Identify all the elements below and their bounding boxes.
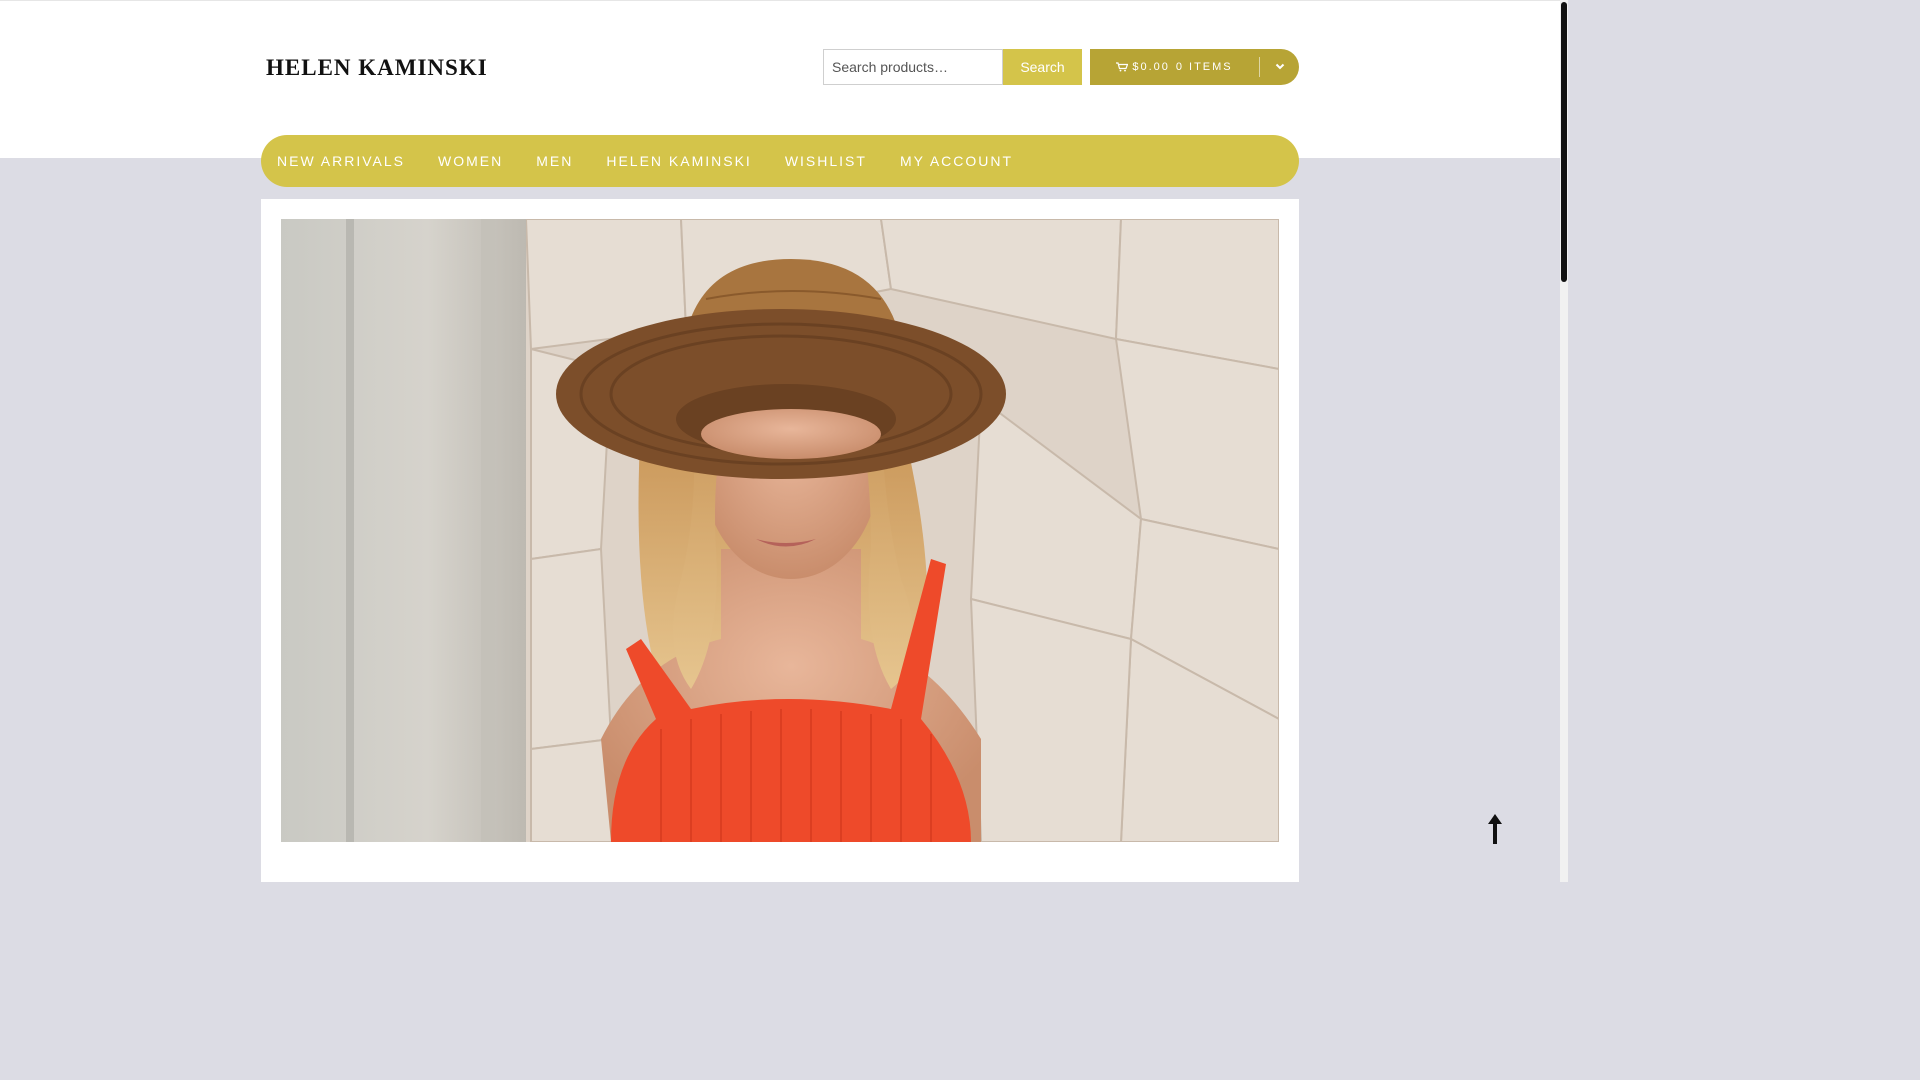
cart-item-count: 0 ITEMS (1175, 61, 1233, 73)
cart-button[interactable]: $0.00 0 ITEMS (1090, 49, 1299, 85)
nav-item-new-arrivals[interactable]: NEW ARRIVALS (277, 153, 405, 169)
scrollbar-thumb[interactable] (1561, 2, 1567, 282)
cart-summary[interactable]: $0.00 0 ITEMS (1090, 57, 1260, 77)
nav-item-men[interactable]: MEN (536, 153, 573, 169)
cart-icon (1116, 62, 1129, 72)
arrow-up-icon (1483, 814, 1507, 850)
cart-amount: $0.00 (1132, 61, 1170, 73)
page-scrollbar[interactable] (1560, 0, 1568, 882)
nav-item-my-account[interactable]: MY ACCOUNT (900, 153, 1013, 169)
nav-item-helen-kaminski[interactable]: HELEN KAMINSKI (606, 153, 751, 169)
site-logo[interactable]: HELEN KAMINSKI (266, 55, 488, 81)
nav-item-women[interactable]: WOMEN (438, 153, 503, 169)
woman-in-straw-hat-photo (281, 219, 1279, 842)
chevron-down-icon (1275, 61, 1285, 73)
cart-dropdown-toggle[interactable] (1260, 49, 1299, 85)
hero-image (281, 219, 1279, 842)
nav-item-wishlist[interactable]: WISHLIST (785, 153, 867, 169)
main-nav: NEW ARRIVALS WOMEN MEN HELEN KAMINSKI WI… (261, 135, 1299, 187)
scroll-to-top-button[interactable] (1483, 812, 1507, 846)
search-button[interactable]: Search (1003, 49, 1082, 85)
main-content (261, 199, 1299, 882)
search-input[interactable] (823, 49, 1003, 85)
